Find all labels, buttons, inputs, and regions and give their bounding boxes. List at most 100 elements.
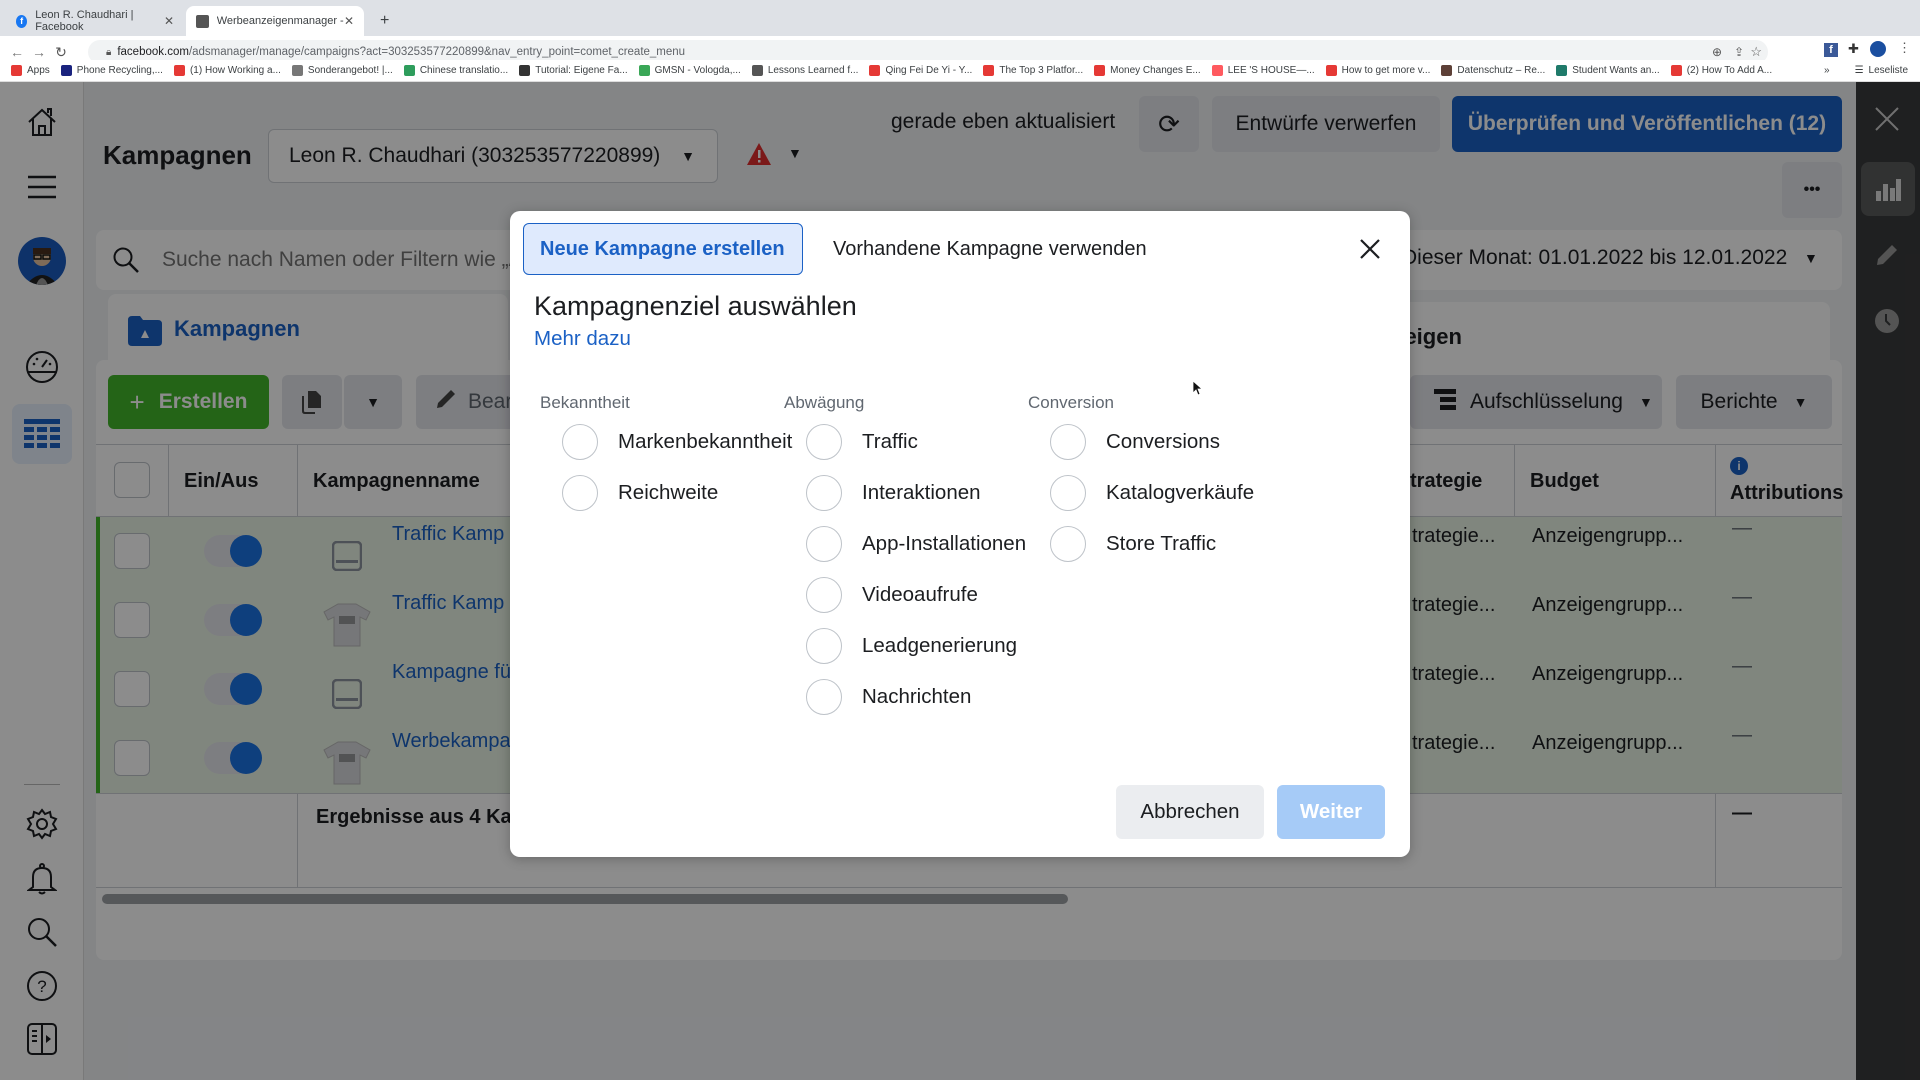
objective-option-label: Interaktionen	[862, 481, 981, 504]
bookmark-favicon-icon	[983, 65, 995, 76]
bookmark-item[interactable]: Qing Fei De Yi - Y...	[869, 65, 972, 76]
bookmark-item[interactable]: Tutorial: Eigene Fa...	[519, 65, 628, 76]
more-bookmarks-button[interactable]: »	[1824, 65, 1830, 76]
bookmark-item[interactable]: Phone Recycling,...	[60, 65, 163, 76]
reload-icon[interactable]: ↻	[50, 44, 72, 61]
browser-tab-facebook[interactable]: f Leon R. Chaudhari | Facebook ✕	[6, 6, 184, 36]
extensions-puzzle-icon[interactable]: ✚	[1848, 41, 1859, 57]
bookmark-favicon-icon	[1556, 65, 1568, 76]
facebook-favicon-icon: f	[16, 14, 28, 28]
radio-button[interactable]	[1050, 424, 1086, 460]
radio-button[interactable]	[806, 475, 842, 511]
reading-list-label: Leseliste	[1868, 65, 1908, 76]
radio-button[interactable]	[806, 577, 842, 613]
radio-button[interactable]	[1050, 526, 1086, 562]
objective-option[interactable]: Nachrichten	[806, 679, 971, 715]
radio-button[interactable]	[806, 526, 842, 562]
bookmark-label: (2) How To Add A...	[1686, 65, 1773, 76]
learn-more-link[interactable]: Mehr dazu	[534, 327, 631, 351]
tab-title: Werbeanzeigenmanager - Wer	[216, 15, 344, 27]
objective-option[interactable]: Conversions	[1050, 424, 1220, 460]
reading-list-icon: ☰	[1854, 65, 1864, 76]
radio-button[interactable]	[562, 424, 598, 460]
bookmark-item[interactable]: The Top 3 Platfor...	[983, 65, 1083, 76]
bookmark-item[interactable]: LEE 'S HOUSE—...	[1211, 65, 1315, 76]
close-tab-icon[interactable]: ✕	[344, 14, 354, 28]
bookmark-item[interactable]: (1) How Working a...	[173, 65, 281, 76]
bookmark-label: The Top 3 Platfor...	[999, 65, 1084, 76]
objective-option[interactable]: Traffic	[806, 424, 918, 460]
bookmark-item[interactable]: Apps	[11, 65, 50, 76]
new-tab-button[interactable]: +	[370, 6, 399, 36]
objective-option[interactable]: Katalogverkäufe	[1050, 475, 1254, 511]
objective-option[interactable]: Interaktionen	[806, 475, 981, 511]
next-button[interactable]: Weiter	[1277, 785, 1385, 839]
close-dialog-icon[interactable]	[1358, 237, 1382, 266]
bookmark-item[interactable]: Money Changes E...	[1094, 65, 1201, 76]
objective-option[interactable]: Leadgenerierung	[806, 628, 1017, 664]
url-host: facebook.com	[117, 46, 189, 58]
bookmark-item[interactable]: (2) How To Add A...	[1670, 65, 1773, 76]
back-icon[interactable]: ←	[6, 44, 28, 60]
objective-category-label: Bekanntheit	[540, 393, 630, 412]
radio-button[interactable]	[806, 424, 842, 460]
radio-button[interactable]	[562, 475, 598, 511]
cancel-button[interactable]: Abbrechen	[1116, 785, 1264, 839]
bookmark-item[interactable]: How to get more v...	[1325, 65, 1431, 76]
bookmark-item[interactable]: Datenschutz – Re...	[1441, 65, 1545, 76]
browser-tab-adsmanager[interactable]: Werbeanzeigenmanager - Wer ✕	[186, 6, 364, 36]
objective-option[interactable]: App-Installationen	[806, 526, 1026, 562]
bookmark-item[interactable]: GMSN - Vologda,...	[638, 65, 741, 76]
create-campaign-dialog: Neue Kampagne erstellen Vorhandene Kampa…	[510, 211, 1410, 857]
bookmark-item[interactable]: Chinese translatio...	[403, 65, 508, 76]
tab-new-campaign[interactable]: Neue Kampagne erstellen	[523, 223, 803, 275]
close-tab-icon[interactable]: ✕	[164, 14, 174, 28]
lock-icon: 🔒︎	[106, 46, 112, 58]
bookmark-label: How to get more v...	[1341, 65, 1431, 76]
objective-option[interactable]: Store Traffic	[1050, 526, 1216, 562]
bookmark-label: Apps	[27, 65, 50, 76]
bookmark-label: Phone Recycling,...	[76, 65, 163, 76]
apps-grid-icon	[11, 65, 22, 76]
profile-avatar-icon[interactable]	[1870, 41, 1886, 57]
radio-button[interactable]	[1050, 475, 1086, 511]
bookmark-favicon-icon	[403, 65, 415, 76]
browser-tab-bar: f Leon R. Chaudhari | Facebook ✕ Werbean…	[0, 0, 1920, 36]
share-icon[interactable]: ⇪	[1734, 45, 1744, 59]
url-path: /adsmanager/manage/campaigns?act=3032535…	[188, 46, 686, 58]
bookmark-favicon-icon	[60, 65, 72, 76]
bookmark-label: LEE 'S HOUSE—...	[1227, 65, 1315, 76]
radio-button[interactable]	[806, 628, 842, 664]
bookmark-favicon-icon	[638, 65, 650, 76]
forward-icon[interactable]: →	[28, 44, 50, 60]
objective-option[interactable]: Videoaufrufe	[806, 577, 978, 613]
objective-category-label: Conversion	[1028, 393, 1114, 412]
radio-button[interactable]	[806, 679, 842, 715]
objective-option[interactable]: Markenbekanntheit	[562, 424, 792, 460]
bookmark-label: Datenschutz – Re...	[1457, 65, 1546, 76]
bookmark-favicon-icon	[519, 65, 531, 76]
objective-option-label: Katalogverkäufe	[1106, 481, 1255, 504]
bookmark-favicon-icon	[751, 65, 763, 76]
objective-option-label: Traffic	[862, 430, 918, 453]
bookmark-item[interactable]: Sonderangebot! |...	[291, 65, 393, 76]
tab-existing-campaign[interactable]: Vorhandene Kampagne verwenden	[817, 223, 1163, 275]
bookmark-label: Sonderangebot! |...	[307, 65, 393, 76]
bookmark-label: GMSN - Vologda,...	[654, 65, 741, 76]
tab-title: Leon R. Chaudhari | Facebook	[35, 9, 134, 33]
bookmarks-bar: Apps Phone Recycling,... (1) How Working a…	[0, 60, 1920, 82]
mouse-cursor-icon	[1192, 380, 1202, 396]
objective-option[interactable]: Reichweite	[562, 475, 718, 511]
reading-list-button[interactable]: ☰ Leseliste	[1855, 65, 1908, 76]
bookmark-star-icon[interactable]: ☆	[1750, 44, 1762, 60]
objective-option-label: Markenbekanntheit	[618, 430, 793, 453]
bookmark-favicon-icon	[1094, 65, 1106, 76]
bookmark-label: Qing Fei De Yi - Y...	[885, 65, 973, 76]
zoom-icon[interactable]: ⊕	[1712, 45, 1722, 59]
browser-menu-icon[interactable]: ⋮	[1898, 40, 1911, 56]
bookmark-label: Money Changes E...	[1110, 65, 1201, 76]
bookmark-item[interactable]: Lessons Learned f...	[751, 65, 858, 76]
bookmark-item[interactable]: Student Wants an...	[1556, 65, 1660, 76]
facebook-extension-icon[interactable]: f	[1824, 43, 1838, 57]
objective-option-label: Reichweite	[618, 481, 719, 504]
